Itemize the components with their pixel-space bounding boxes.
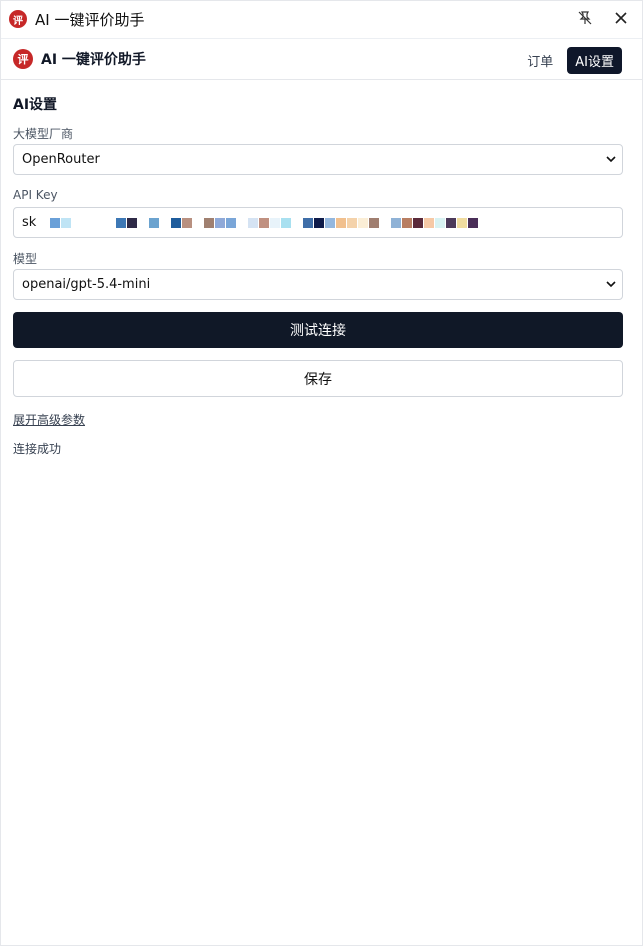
page-title: AI 一键评价助手: [41, 52, 146, 68]
app-header: 评 AI 一键评价助手 订单 AI设置: [1, 38, 642, 80]
chevron-down-icon: [606, 281, 616, 288]
save-button[interactable]: 保存: [13, 360, 623, 397]
app-logo-icon: 评: [9, 10, 27, 28]
app-window: 评 AI 一键评价助手 评 AI 一键评价助手 订单 AI设置 AI设置 大模型…: [0, 0, 643, 946]
header-logo-icon: 评: [13, 49, 33, 69]
provider-label: 大模型厂商: [13, 127, 74, 141]
tab-bar: 订单 AI设置: [525, 47, 622, 74]
test-connection-button[interactable]: 测试连接: [13, 312, 623, 348]
tab-ai-settings[interactable]: AI设置: [567, 47, 622, 74]
connection-status: 连接成功: [13, 442, 62, 456]
model-label: 模型: [13, 252, 38, 266]
window-titlebar: 评 AI 一键评价助手: [1, 1, 642, 37]
provider-value: OpenRouter: [22, 152, 100, 167]
close-icon[interactable]: [612, 9, 630, 27]
expand-advanced-link[interactable]: 展开高级参数: [13, 411, 85, 428]
model-value: openai/gpt-5.4-mini: [22, 277, 151, 292]
unpin-icon[interactable]: [576, 9, 594, 27]
tab-orders[interactable]: 订单: [525, 47, 555, 74]
api-key-input[interactable]: sk: [13, 207, 623, 238]
api-key-label: API Key: [13, 188, 58, 202]
window-title: AI 一键评价助手: [35, 10, 145, 29]
section-title: AI设置: [13, 97, 58, 113]
window-controls: [576, 9, 630, 27]
model-select[interactable]: openai/gpt-5.4-mini: [13, 269, 623, 300]
chevron-down-icon: [606, 156, 616, 163]
provider-select[interactable]: OpenRouter: [13, 144, 623, 175]
api-key-value: sk: [22, 215, 37, 230]
api-key-mask: [50, 218, 479, 230]
